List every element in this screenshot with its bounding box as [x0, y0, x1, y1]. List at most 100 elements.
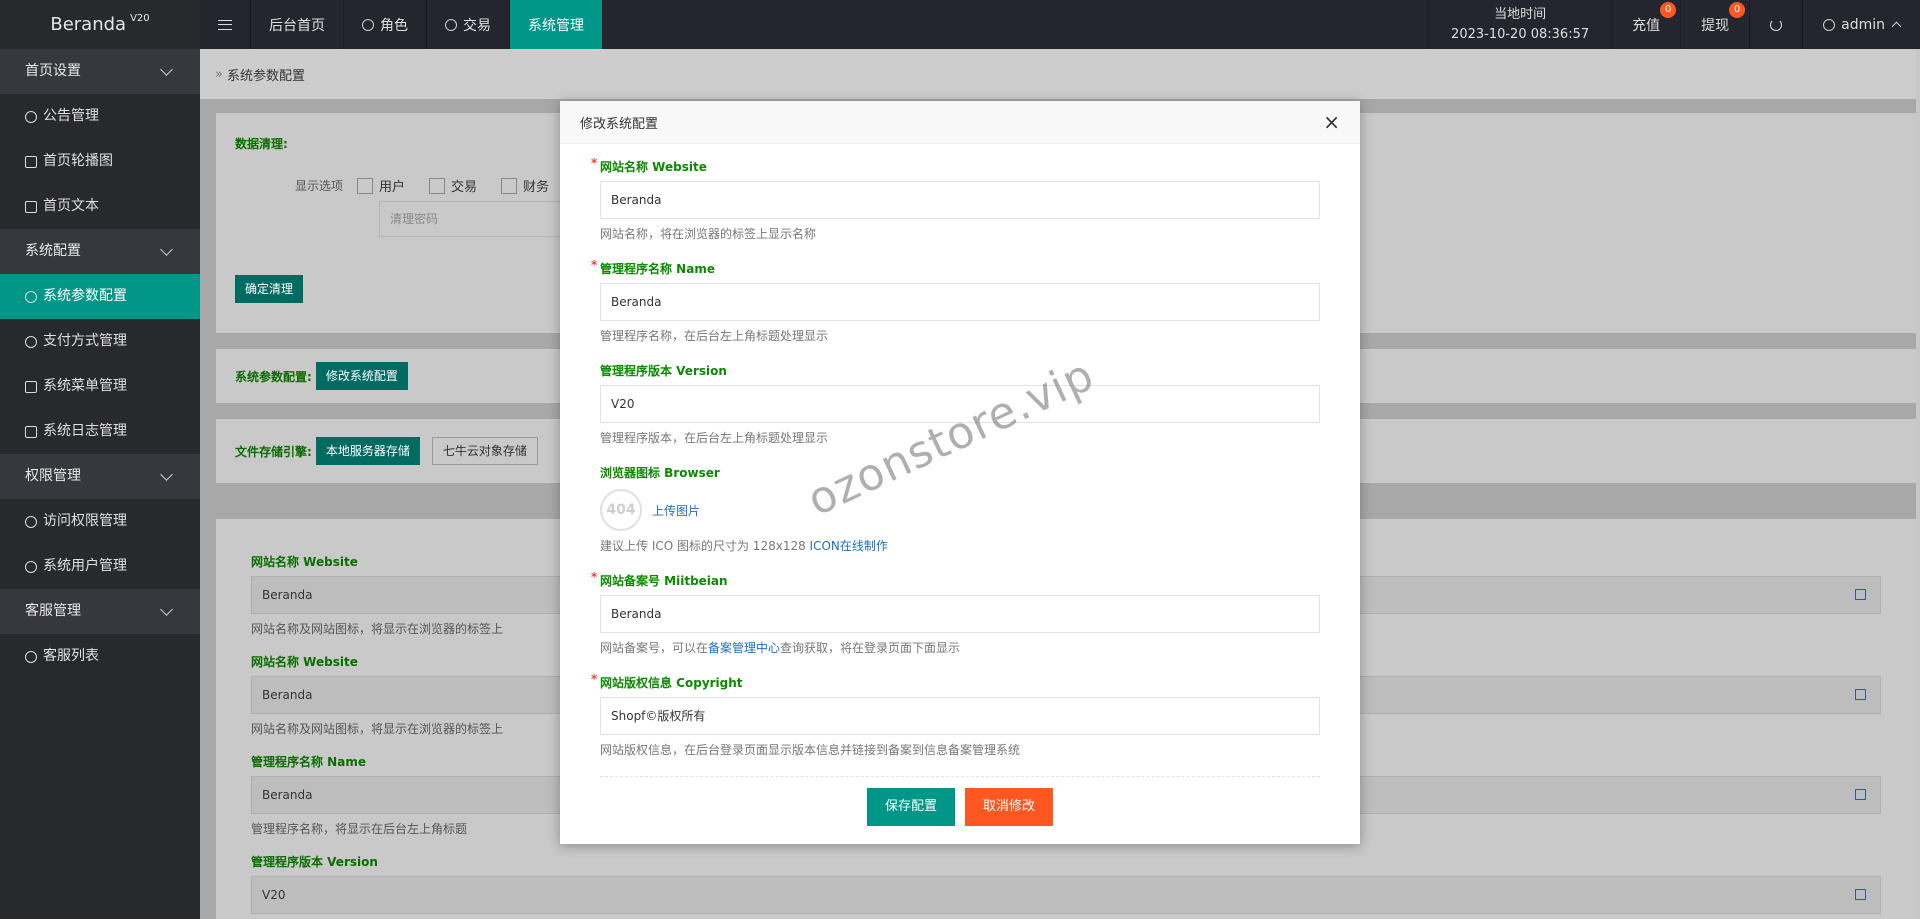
gear-icon — [25, 290, 37, 303]
sidebar-group-support[interactable]: 客服管理 — [0, 589, 200, 634]
sidebar-item-logs[interactable]: 系统日志管理 — [0, 409, 200, 454]
user-icon — [25, 560, 37, 573]
withdraw-button[interactable]: 提现 0 — [1680, 0, 1749, 49]
app-name-input[interactable]: Beranda — [600, 283, 1320, 321]
menu-toggle-button[interactable] — [200, 0, 251, 49]
edit-config-modal: 修改系统配置 × * 网站名称 Website Beranda 网站名称，将在浏览… — [560, 101, 1360, 844]
close-icon[interactable]: × — [1323, 112, 1340, 132]
image-icon — [25, 155, 37, 168]
user-icon — [362, 18, 374, 31]
app-logo[interactable]: Beranda V20 — [0, 0, 200, 49]
tab-trade[interactable]: 交易 — [427, 0, 510, 49]
breadcrumb: » 系统参数配置 — [200, 49, 1916, 99]
field-copyright: * 网站版权信息 Copyright Shopf©版权所有 网站版权信息，在后台登… — [591, 672, 1320, 758]
withdraw-badge: 0 — [1729, 2, 1746, 18]
chevron-down-icon — [160, 242, 173, 256]
topbar-right: 当地时间 2023-10-20 08:36:57 充值 0 提现 0 admin — [1428, 0, 1920, 49]
sidebar-item-carousel[interactable]: 首页轮播图 — [0, 139, 200, 184]
tab-dashboard[interactable]: 后台首页 — [251, 0, 344, 49]
cancel-edit-button[interactable]: 取消修改 — [965, 788, 1054, 826]
sidebar-group-permissions[interactable]: 权限管理 — [0, 454, 200, 499]
chevron-down-icon — [160, 62, 173, 76]
copy-icon[interactable] — [1855, 589, 1866, 600]
website-input[interactable]: Beranda — [600, 181, 1320, 219]
chevron-right-icon: » — [215, 66, 223, 82]
beian-center-link[interactable]: 备案管理中心 — [708, 641, 780, 655]
option-finance-checkbox[interactable] — [501, 177, 518, 194]
tab-roles[interactable]: 角色 — [344, 0, 427, 49]
sidebar-group-system-config[interactable]: 系统配置 — [0, 229, 200, 274]
app-version: V20 — [130, 13, 150, 24]
required-mark: * — [591, 156, 598, 170]
refresh-icon — [1770, 18, 1783, 31]
local-time-label: 当地时间 — [1494, 6, 1547, 22]
miitbeian-input[interactable]: Beranda — [600, 595, 1320, 633]
clipboard-icon — [25, 425, 37, 438]
sidebar-item-menu-manage[interactable]: 系统菜单管理 — [0, 364, 200, 409]
app-name: Beranda — [50, 14, 127, 35]
field-version: 管理程序版本 Version V20 管理程序版本，在后台左上角标题处理显示 — [600, 362, 1320, 446]
modal-header: 修改系统配置 × — [560, 101, 1360, 144]
field-miitbeian: * 网站备案号 Miitbeian Beranda 网站备案号，可以在备案管理中心… — [591, 570, 1320, 656]
breadcrumb-current: 系统参数配置 — [226, 68, 305, 84]
recharge-badge: 0 — [1660, 2, 1677, 18]
copy-icon[interactable] — [1855, 789, 1866, 800]
sidebar-group-home-settings[interactable]: 首页设置 — [0, 49, 200, 94]
refresh-button[interactable] — [1749, 0, 1802, 49]
tab-system[interactable]: 系统管理 — [510, 0, 603, 49]
storage-qiniu-button[interactable]: 七牛云对象存储 — [431, 437, 538, 465]
topbar: 后台首页 角色 交易 系统管理 当地时间 2023-10-20 08:36:57… — [200, 0, 1920, 49]
sidebar-item-announcements[interactable]: 公告管理 — [0, 94, 200, 139]
modal-title: 修改系统配置 — [580, 116, 659, 132]
copy-icon[interactable] — [1855, 889, 1866, 900]
sidebar-item-payment[interactable]: 支付方式管理 — [0, 319, 200, 364]
options-label: 显示选项 — [295, 179, 344, 193]
bg-version-input[interactable]: V20 — [251, 876, 1881, 914]
field-browser-icon: 浏览器图标 Browser 404 上传图片 建议上传 ICO 图标的尺寸为 1… — [600, 466, 888, 553]
window-icon — [25, 380, 37, 393]
recharge-button[interactable]: 充值 0 — [1611, 0, 1680, 49]
option-trade-checkbox[interactable] — [429, 177, 446, 194]
upload-image-link[interactable]: 上传图片 — [652, 502, 700, 519]
field-name: * 管理程序名称 Name Beranda 管理程序名称，在后台左上角标题处理显示 — [591, 258, 1320, 344]
users-icon — [25, 650, 37, 663]
storage-label: 文件存储引擎: — [235, 444, 312, 459]
copy-icon[interactable] — [1855, 689, 1866, 700]
announcement-icon — [25, 110, 37, 123]
icon-online-link[interactable]: ICON在线制作 — [810, 539, 888, 553]
modal-footer: 保存配置 取消修改 — [560, 770, 1360, 844]
user-menu[interactable]: admin — [1802, 0, 1920, 49]
confirm-clean-button[interactable]: 确定清理 — [235, 275, 304, 303]
chevron-down-icon — [160, 467, 173, 481]
sidebar-item-access[interactable]: 访问权限管理 — [0, 499, 200, 544]
sidebar-item-system-params[interactable]: 系统参数配置 — [0, 274, 200, 319]
edit-sys-config-button[interactable]: 修改系统配置 — [315, 362, 408, 390]
user-icon — [1823, 18, 1836, 31]
chevron-up-icon — [1891, 21, 1902, 32]
chevron-down-icon — [160, 602, 173, 616]
sidebar: Beranda V20 首页设置 公告管理 首页轮播图 首页文本 系统配置 系统参… — [0, 0, 200, 919]
shield-icon — [25, 515, 37, 528]
required-mark: * — [591, 258, 598, 272]
option-user-checkbox[interactable] — [357, 177, 374, 194]
favicon-preview: 404 — [600, 489, 642, 531]
hamburger-icon — [218, 19, 232, 30]
version-input[interactable]: V20 — [600, 385, 1320, 423]
sys-params-label: 系统参数配置: — [235, 369, 312, 384]
required-mark: * — [591, 570, 598, 584]
local-time: 当地时间 2023-10-20 08:36:57 — [1428, 0, 1611, 49]
scale-icon — [445, 18, 457, 31]
save-config-button[interactable]: 保存配置 — [866, 788, 955, 826]
link-icon — [25, 335, 37, 348]
sidebar-item-users[interactable]: 系统用户管理 — [0, 544, 200, 589]
modal-body: * 网站名称 Website Beranda 网站名称，将在浏览器的标签上显示名称… — [560, 144, 1360, 777]
field-website: * 网站名称 Website Beranda 网站名称，将在浏览器的标签上显示名称 — [591, 156, 1320, 242]
bg-field-version: 管理程序版本 Version V20 — [251, 853, 1881, 914]
storage-local-button[interactable]: 本地服务器存储 — [315, 437, 420, 465]
scrollbar[interactable] — [1916, 49, 1920, 919]
required-mark: * — [591, 672, 598, 686]
sidebar-item-home-text[interactable]: 首页文本 — [0, 184, 200, 229]
sidebar-item-support-list[interactable]: 客服列表 — [0, 634, 200, 679]
document-icon — [25, 200, 37, 213]
copyright-input[interactable]: Shopf©版权所有 — [600, 697, 1320, 735]
